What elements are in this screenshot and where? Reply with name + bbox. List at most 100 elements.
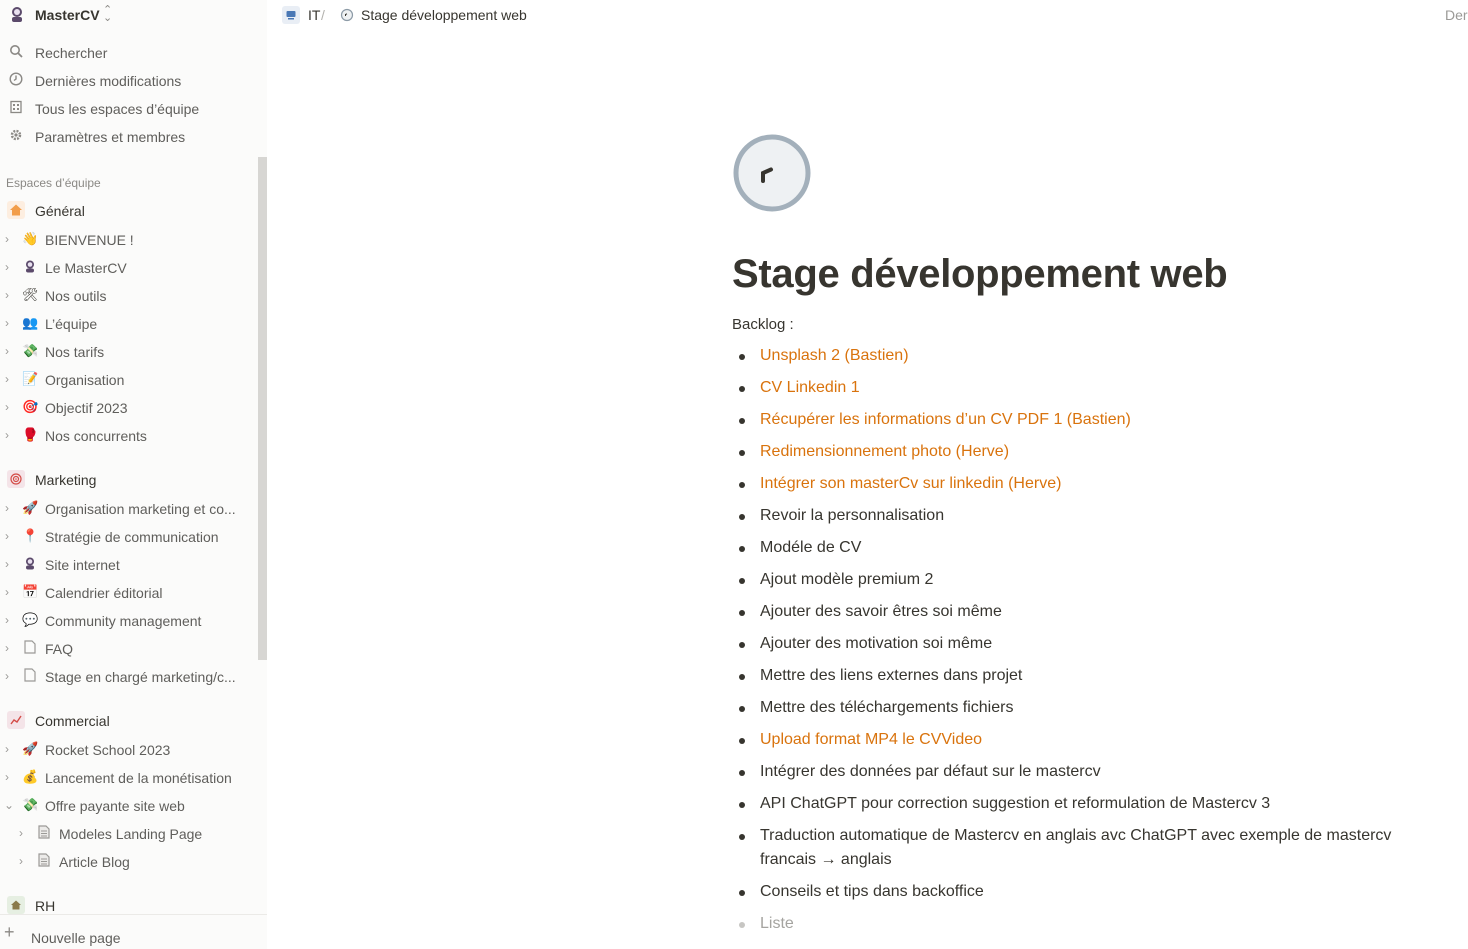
topbar: IT / Stage développement web Der [267,0,1468,30]
chevron-right-icon[interactable]: › [5,556,17,572]
computer-icon [282,6,300,24]
sidebar-page-organisation[interactable]: › 📝 Organisation [0,365,258,393]
sidebar-page-label: Le MasterCV [45,260,127,276]
bullet-dot [739,386,745,392]
chevron-down-icon[interactable]: ⌄ [4,797,16,813]
sidebar-page-stage-marketing[interactable]: › Stage en chargé marketing/c... [0,662,258,690]
workspace-switcher[interactable]: MasterCV ⌃ ⌄ [0,0,267,30]
bullet-dot [739,514,745,520]
chevron-right-icon[interactable]: › [5,287,17,303]
sidebar-page-label: Nos tarifs [45,344,105,360]
sidebar-all-teamspaces[interactable]: Tous les espaces d’équipe [0,94,258,122]
sidebar-page-organisation-marketing[interactable]: › 🚀 Organisation marketing et co... [0,494,258,522]
backlog-heading[interactable]: Backlog : [732,316,794,333]
sidebar-page-site-internet[interactable]: › Site internet [0,550,258,578]
chevron-right-icon[interactable]: › [5,612,17,628]
breadcrumb-it[interactable]: IT [308,7,320,23]
sidebar-page-strategie-communication[interactable]: › 📍 Stratégie de communication [0,522,258,550]
sidebar-settings-label: Paramètres et membres [35,129,186,145]
sidebar-page-modeles-landing[interactable]: › Modeles Landing Page [0,819,258,847]
sidebar-recent-changes[interactable]: Dernières modifications [0,66,258,94]
chevron-right-icon[interactable]: › [5,231,17,247]
sidebar-page-objectif-2023[interactable]: › 🎯 Objectif 2023 [0,393,258,421]
document-lines-icon [36,853,52,869]
bullet-dot [739,890,745,896]
sidebar-page-le-mastercv[interactable]: › Le MasterCV [0,253,258,281]
bullet-dot [739,546,745,552]
document-lines-icon [36,825,52,841]
sidebar-page-label: Rocket School 2023 [45,742,171,758]
sidebar-page-label: FAQ [45,641,74,657]
sidebar-page-label: Organisation marketing et co... [45,501,236,517]
chevron-right-icon[interactable]: › [5,315,17,331]
chevron-right-icon[interactable]: › [19,825,31,841]
sidebar-page-label: Calendrier éditorial [45,585,163,601]
chevron-right-icon[interactable]: › [5,371,17,387]
teamspace-commercial[interactable]: Commercial [0,706,258,734]
backlog-item-link[interactable]: Unsplash 2 (Bastien) [760,344,1450,368]
sidebar-scrollbar[interactable] [258,157,267,660]
teamspace-rh-label: RH [35,898,56,914]
sidebar-settings[interactable]: Paramètres et membres [0,122,258,150]
chevron-right-icon[interactable]: › [5,668,17,684]
teamspace-general[interactable]: Général [0,196,258,224]
sidebar-page-equipe[interactable]: › 👥 L’équipe [0,309,258,337]
sidebar-page-community-management[interactable]: › 💬 Community management [0,606,258,634]
building-icon [8,100,24,116]
backlog-item-text: Ajouter des savoir êtres soi même [760,603,1002,620]
backlog-item-link[interactable]: Upload format MP4 le CVVideo [760,728,1450,752]
sidebar-search[interactable]: Rechercher [0,38,258,66]
sidebar-page-faq[interactable]: › FAQ [0,634,258,662]
new-page-button[interactable]: + Nouvelle page [0,914,267,949]
clock-icon [338,6,356,24]
chevron-right-icon[interactable]: › [5,584,17,600]
sidebar-page-nos-outils[interactable]: › 🛠 Nos outils [0,281,258,309]
backlog-item-link[interactable]: Intégrer son masterCv sur linkedin (Herv… [760,472,1450,496]
sidebar-page-label: Lancement de la monétisation [45,770,232,786]
sidebar-page-nos-tarifs[interactable]: › 💸 Nos tarifs [0,337,258,365]
sidebar-page-lancement-monetisation[interactable]: › 💰 Lancement de la monétisation [0,763,258,791]
chevron-right-icon[interactable]: › [5,769,17,785]
chevron-right-icon[interactable]: › [5,343,17,359]
sidebar-page-offre-payante[interactable]: ⌄ 💸 Offre payante site web [0,791,258,819]
sidebar-page-rocket-school[interactable]: › 🚀 Rocket School 2023 [0,735,258,763]
chevron-right-icon[interactable]: › [5,427,17,443]
chevron-right-icon[interactable]: › [19,853,31,869]
sidebar-all-teamspaces-label: Tous les espaces d’équipe [35,101,200,117]
chevron-right-icon[interactable]: › [5,500,17,516]
document-icon [22,668,38,684]
breadcrumb-current-page[interactable]: Stage développement web [361,7,527,23]
clock-icon [733,134,811,212]
teamspace-commercial-label: Commercial [35,713,110,729]
chevron-right-icon[interactable]: › [5,399,17,415]
backlog-item-link[interactable]: Récupérer les informations d’un CV PDF 1… [760,408,1450,432]
chevron-right-icon[interactable]: › [5,528,17,544]
sidebar-page-nos-concurrents[interactable]: › 🥊 Nos concurrents [0,421,258,449]
workspace-avatar-icon [8,5,26,23]
sidebar-page-label: Stratégie de communication [45,529,219,545]
sidebar-page-article-blog[interactable]: › Article Blog [0,847,258,875]
search-icon [8,44,24,60]
page-icon[interactable] [732,133,812,213]
people-icon: 👥 [22,315,39,330]
backlog-item-text: Conseils et tips dans backoffice [760,883,984,900]
target-icon: 🎯 [22,399,39,414]
sidebar-page-bienvenue[interactable]: › 👋 BIENVENUE ! [0,225,258,253]
tools-icon: 🛠 [22,287,39,302]
chevron-right-icon[interactable]: › [5,640,17,656]
backlog-item-text: Revoir la personnalisation [760,507,945,524]
sidebar-page-calendrier-editorial[interactable]: › 📅 Calendrier éditorial [0,578,258,606]
teamspace-marketing[interactable]: Marketing [0,465,258,493]
teamspaces-section-label: Espaces d’équipe [6,176,101,190]
topbar-last-edited[interactable]: Der [1445,7,1468,23]
backlog-item-link[interactable]: Redimensionnement photo (Herve) [760,440,1450,464]
rocket-icon: 🚀 [22,500,39,515]
page-title[interactable]: Stage développement web [732,252,1228,297]
chevron-right-icon[interactable]: › [5,259,17,275]
waving-hand-icon: 👋 [22,231,39,246]
backlog-item-text: Ajout modèle premium 2 [760,571,934,588]
bullet-dot [739,642,745,648]
money-wings-icon: 💸 [22,797,39,812]
chevron-right-icon[interactable]: › [5,741,17,757]
backlog-item-link[interactable]: CV Linkedin 1 [760,376,1450,400]
